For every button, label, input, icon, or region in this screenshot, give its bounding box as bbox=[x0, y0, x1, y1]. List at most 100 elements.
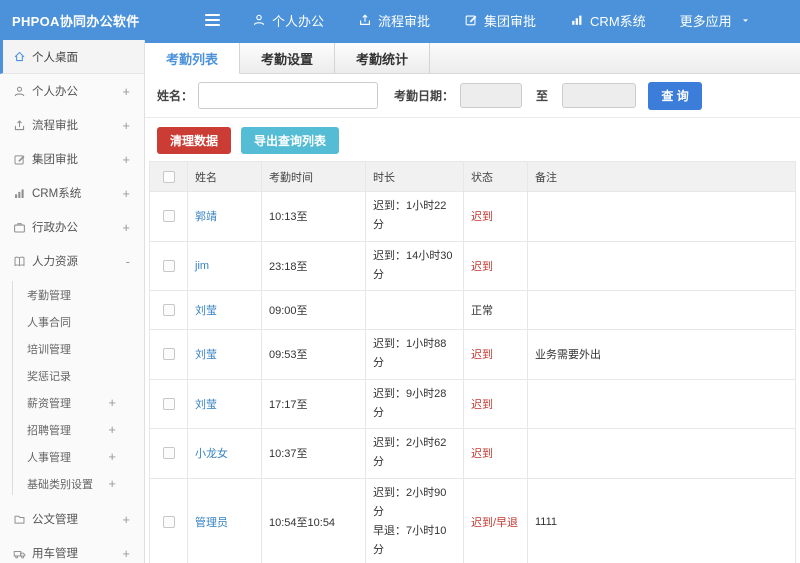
briefcase-icon bbox=[13, 221, 26, 234]
attendance-time: 09:00至 bbox=[261, 290, 366, 330]
employee-name-link[interactable]: 郭靖 bbox=[195, 211, 217, 223]
column-header-remark: 备注 bbox=[527, 161, 796, 192]
employee-name-link[interactable]: 管理员 bbox=[195, 517, 228, 529]
expand-toggle[interactable]: + bbox=[108, 422, 116, 437]
tab-attendance-list[interactable]: 考勤列表 bbox=[145, 43, 241, 74]
doc-icon bbox=[13, 513, 26, 526]
employee-name-link[interactable]: 小龙女 bbox=[195, 448, 228, 460]
sidebar-item-personal-office[interactable]: 个人办公 + bbox=[0, 74, 144, 108]
table-row: 郭靖 10:13至 迟到：1小时22分 迟到 bbox=[149, 191, 796, 242]
expand-toggle[interactable]: + bbox=[122, 186, 130, 201]
sidebar-item-vehicle-management[interactable]: 用车管理 + bbox=[0, 536, 144, 563]
flow-icon bbox=[13, 119, 26, 132]
expand-toggle[interactable]: + bbox=[122, 512, 130, 527]
row-checkbox[interactable] bbox=[162, 304, 175, 317]
sidebar-item-human-resources[interactable]: 人力资源 - bbox=[0, 244, 144, 278]
column-header-duration: 时长 bbox=[365, 161, 464, 192]
chevron-down-icon bbox=[741, 16, 750, 25]
nav-item-more-apps[interactable]: 更多应用 bbox=[680, 11, 750, 30]
date-label: 考勤日期： bbox=[394, 89, 455, 103]
row-checkbox[interactable] bbox=[162, 447, 175, 460]
table-row: jim 23:18至 迟到：14小时30分 迟到 bbox=[149, 240, 796, 291]
expand-toggle[interactable]: + bbox=[122, 84, 130, 99]
sidebar-subitem-attendance-management[interactable]: 考勤管理 bbox=[0, 281, 144, 308]
expand-toggle[interactable]: - bbox=[126, 254, 130, 269]
expand-toggle[interactable]: + bbox=[122, 152, 130, 167]
sidebar-subitem-basic-category-settings[interactable]: 基础类别设置 + bbox=[0, 470, 144, 497]
edit-icon bbox=[13, 153, 26, 166]
expand-toggle[interactable]: + bbox=[122, 118, 130, 133]
duration: 迟到：14小时30分 bbox=[365, 240, 464, 291]
duration: 迟到：1小时88分 bbox=[365, 329, 464, 380]
menu-toggle-icon[interactable] bbox=[201, 10, 224, 30]
sidebar-item-crm-system[interactable]: CRM系统 + bbox=[0, 176, 144, 210]
tab-attendance-settings[interactable]: 考勤设置 bbox=[240, 43, 336, 74]
chart-icon bbox=[13, 187, 26, 200]
home-icon bbox=[13, 50, 26, 63]
row-checkbox[interactable] bbox=[162, 397, 175, 410]
status: 迟到 bbox=[463, 329, 528, 380]
sidebar-item-admin-office[interactable]: 行政办公 + bbox=[0, 210, 144, 244]
app-window: PHPOA协同办公软件 个人办公 流程审批 集团审批 CRM系统 更多应用 个人… bbox=[0, 0, 800, 563]
remark bbox=[527, 240, 796, 291]
expand-toggle[interactable]: + bbox=[108, 476, 116, 491]
export-list-button[interactable]: 导出查询列表 bbox=[241, 127, 340, 154]
sidebar-subitem-salary-management[interactable]: 薪资管理 + bbox=[0, 389, 144, 416]
attendance-time: 10:54至10:54 bbox=[261, 477, 366, 563]
duration: 迟到：2小时62分 bbox=[365, 428, 464, 479]
sidebar-subitem-reward-punishment[interactable]: 奖惩记录 bbox=[0, 362, 144, 389]
select-all-checkbox[interactable] bbox=[162, 170, 175, 183]
expand-toggle[interactable]: + bbox=[108, 395, 116, 410]
duration: 迟到：2小时90分 早退：7小时10分 bbox=[365, 477, 464, 563]
employee-name-link[interactable]: 刘莹 bbox=[195, 305, 217, 317]
remark bbox=[527, 378, 796, 429]
sidebar-subitem-training-management[interactable]: 培训管理 bbox=[0, 335, 144, 362]
employee-name-link[interactable]: jim bbox=[195, 260, 209, 272]
employee-name-link[interactable]: 刘莹 bbox=[195, 399, 217, 411]
to-label: 至 bbox=[536, 89, 549, 103]
table-row: 小龙女 10:37至 迟到：2小时62分 迟到 bbox=[149, 428, 796, 479]
date-from-input[interactable] bbox=[460, 83, 523, 108]
column-header-time: 考勤时间 bbox=[261, 161, 366, 192]
status: 迟到 bbox=[463, 378, 528, 429]
row-checkbox[interactable] bbox=[162, 516, 175, 529]
tab-attendance-stats[interactable]: 考勤统计 bbox=[335, 43, 431, 74]
attendance-table: 姓名 考勤时间 时长 状态 备注 郭靖 10:13至 迟到：1小时22分 迟到 … bbox=[149, 161, 796, 563]
sidebar-subitem-recruit-management[interactable]: 招聘管理 + bbox=[0, 416, 144, 443]
table-row: 管理员 10:54至10:54 迟到：2小时90分 早退：7小时10分 迟到/早… bbox=[149, 477, 796, 563]
clean-data-button[interactable]: 清理数据 bbox=[157, 127, 232, 154]
search-form: 姓名： 考勤日期： 至 查 询 bbox=[145, 74, 800, 118]
nav-item-workflow-approval[interactable]: 流程审批 bbox=[358, 11, 430, 30]
table-row: 刘莹 09:53至 迟到：1小时88分 迟到 业务需要外出 bbox=[149, 329, 796, 380]
expand-toggle[interactable]: + bbox=[122, 220, 130, 235]
row-checkbox[interactable] bbox=[162, 259, 175, 272]
row-checkbox[interactable] bbox=[162, 348, 175, 361]
expand-toggle[interactable]: + bbox=[108, 449, 116, 464]
remark: 1111 bbox=[527, 477, 796, 563]
sidebar-item-personal-desktop[interactable]: 个人桌面 bbox=[0, 40, 144, 74]
name-input[interactable] bbox=[198, 82, 379, 109]
duration bbox=[365, 290, 464, 330]
sidebar-item-workflow-approval[interactable]: 流程审批 + bbox=[0, 108, 144, 142]
table-header-row: 姓名 考勤时间 时长 状态 备注 bbox=[149, 161, 796, 192]
query-button[interactable]: 查 询 bbox=[648, 81, 703, 110]
edit-icon bbox=[464, 13, 478, 27]
nav-item-personal-office[interactable]: 个人办公 bbox=[252, 11, 324, 30]
duration: 迟到：1小时22分 bbox=[365, 191, 464, 242]
name-label: 姓名： bbox=[157, 89, 194, 103]
sidebar-subitem-personnel-contract[interactable]: 人事合同 bbox=[0, 308, 144, 335]
nav-item-group-approval[interactable]: 集团审批 bbox=[464, 11, 536, 30]
remark bbox=[527, 191, 796, 242]
nav-item-crm-system[interactable]: CRM系统 bbox=[570, 11, 646, 30]
employee-name-link[interactable]: 刘莹 bbox=[195, 349, 217, 361]
sidebar-item-document-management[interactable]: 公文管理 + bbox=[0, 502, 144, 536]
row-checkbox[interactable] bbox=[162, 210, 175, 223]
table-row: 刘莹 17:17至 迟到：9小时28分 迟到 bbox=[149, 378, 796, 429]
column-header-status: 状态 bbox=[463, 161, 528, 192]
sidebar-subitem-personnel-management[interactable]: 人事管理 + bbox=[0, 443, 144, 470]
chart-icon bbox=[570, 13, 584, 27]
sidebar-item-group-approval[interactable]: 集团审批 + bbox=[0, 142, 144, 176]
expand-toggle[interactable]: + bbox=[122, 546, 130, 561]
date-to-input[interactable] bbox=[562, 83, 637, 108]
attendance-time: 10:37至 bbox=[261, 428, 366, 479]
